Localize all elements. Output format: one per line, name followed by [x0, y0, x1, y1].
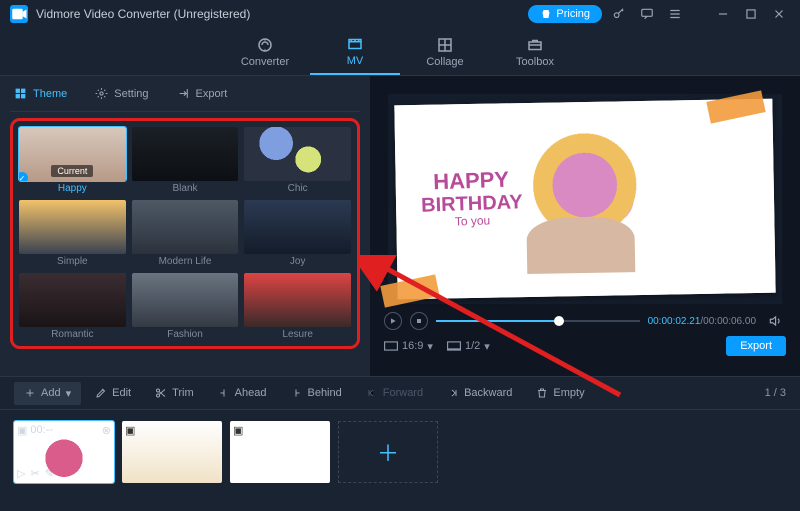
image-icon: ▣	[17, 424, 27, 437]
theme-label: Simple	[57, 256, 88, 267]
tab-collage-label: Collage	[426, 56, 463, 68]
preview-bouquet-graphic	[485, 128, 684, 271]
pricing-label: Pricing	[556, 8, 590, 20]
menu-icon[interactable]	[664, 3, 686, 25]
theme-label: Blank	[173, 183, 198, 194]
window-title: Vidmore Video Converter (Unregistered)	[36, 7, 250, 21]
tab-mv-label: MV	[347, 55, 364, 67]
clip-1[interactable]: ▣00:-- ⊗ ▷ ✂ ✎	[14, 421, 114, 483]
theme-label: Romantic	[51, 329, 93, 340]
plus-icon: ＋	[377, 436, 399, 468]
image-icon: ▣	[125, 424, 135, 437]
behind-button[interactable]: Behind	[280, 382, 351, 404]
theme-label: Modern Life	[159, 256, 212, 267]
export-button[interactable]: Export	[726, 336, 786, 356]
current-badge: Current	[51, 165, 93, 177]
tab-converter-label: Converter	[241, 56, 289, 68]
tab-toolbox[interactable]: Toolbox	[490, 28, 580, 75]
clip-trim-icon[interactable]: ✂	[30, 467, 39, 480]
theme-label: Lesure	[282, 329, 313, 340]
converter-icon	[255, 36, 275, 54]
tab-toolbox-label: Toolbox	[516, 56, 554, 68]
clip-page-count: 1 / 3	[765, 387, 786, 399]
theme-item-simple[interactable]: Simple	[19, 200, 126, 267]
theme-item-romantic[interactable]: Romantic	[19, 273, 126, 340]
clip-edit-icon[interactable]: ✎	[45, 467, 54, 480]
subtab-setting-label: Setting	[114, 88, 148, 100]
empty-button[interactable]: Empty	[526, 382, 594, 404]
theme-item-chic[interactable]: Chic	[244, 127, 351, 194]
chevron-down-icon: ▾	[484, 340, 490, 353]
tab-collage[interactable]: Collage	[400, 28, 490, 75]
feedback-icon[interactable]	[636, 3, 658, 25]
minimize-button[interactable]	[712, 3, 734, 25]
clip-time: 00:--	[30, 424, 53, 437]
theme-item-blank[interactable]: Blank	[132, 127, 239, 194]
theme-label: Joy	[290, 256, 306, 267]
forward-button[interactable]: Forward	[356, 382, 433, 404]
ahead-button[interactable]: Ahead	[208, 382, 277, 404]
play-button[interactable]	[384, 312, 402, 330]
trim-button[interactable]: Trim	[145, 382, 204, 404]
maximize-button[interactable]	[740, 3, 762, 25]
seek-slider[interactable]	[436, 320, 640, 322]
check-icon: ✓	[19, 172, 28, 181]
image-icon: ▣	[233, 424, 243, 437]
add-clip-slot[interactable]: ＋	[338, 421, 438, 483]
theme-item-modern-life[interactable]: Modern Life	[132, 200, 239, 267]
preview-area: HAPPY BIRTHDAY To you	[388, 94, 782, 304]
remove-clip-icon[interactable]: ⊗	[102, 424, 111, 437]
backward-button[interactable]: Backward	[437, 382, 522, 404]
subtab-theme[interactable]: Theme	[10, 81, 71, 106]
add-button[interactable]: Add ▾	[14, 382, 81, 405]
chevron-down-icon: ▾	[66, 387, 72, 400]
time-readout: 00:00:02.21/00:00:06.00	[648, 316, 756, 327]
clip-play-icon[interactable]: ▷	[17, 467, 25, 480]
theme-label: Chic	[288, 183, 308, 194]
pricing-button[interactable]: Pricing	[528, 5, 602, 23]
theme-label: Fashion	[167, 329, 203, 340]
tape-decoration	[380, 274, 439, 307]
theme-grid-highlight: Current ✓ Happy Blank Chic Simple	[10, 118, 360, 349]
subtab-theme-label: Theme	[33, 88, 67, 100]
chevron-down-icon: ▾	[427, 340, 433, 353]
collage-icon	[435, 36, 455, 54]
toolbox-icon	[525, 36, 545, 54]
stop-button[interactable]	[410, 312, 428, 330]
key-icon[interactable]	[608, 3, 630, 25]
theme-label: Happy	[58, 183, 87, 194]
theme-item-joy[interactable]: Joy	[244, 200, 351, 267]
aspect-ratio-selector[interactable]: 16:9 ▾	[384, 340, 433, 353]
edit-button[interactable]: Edit	[85, 382, 141, 404]
theme-item-lesure[interactable]: Lesure	[244, 273, 351, 340]
theme-item-happy[interactable]: Current ✓ Happy	[19, 127, 126, 194]
clip-2[interactable]: ▣	[122, 421, 222, 483]
volume-icon[interactable]	[764, 310, 786, 332]
app-logo-icon	[10, 5, 28, 23]
tab-mv[interactable]: MV	[310, 28, 400, 75]
subtab-export-label: Export	[196, 88, 228, 100]
clip-3[interactable]: ▣	[230, 421, 330, 483]
close-button[interactable]	[768, 3, 790, 25]
subtab-setting[interactable]: Setting	[91, 81, 152, 106]
mv-icon	[345, 35, 365, 53]
preview-page-selector[interactable]: 1/2 ▾	[447, 340, 490, 353]
theme-item-fashion[interactable]: Fashion	[132, 273, 239, 340]
tab-converter[interactable]: Converter	[220, 28, 310, 75]
subtab-export[interactable]: Export	[173, 81, 232, 106]
